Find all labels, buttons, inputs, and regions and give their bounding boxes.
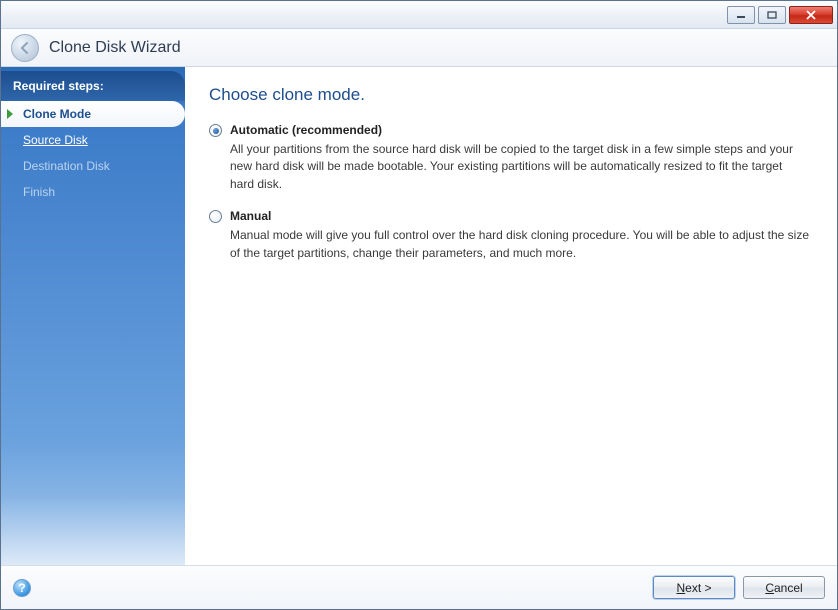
minimize-icon: [736, 11, 746, 19]
next-button[interactable]: Next >: [653, 576, 735, 599]
header-bar: Clone Disk Wizard: [1, 29, 837, 67]
option-automatic-desc: All your partitions from the source hard…: [230, 141, 809, 193]
next-mnemonic: N: [676, 581, 685, 595]
step-source-disk[interactable]: Source Disk: [1, 127, 185, 153]
option-automatic[interactable]: Automatic (recommended): [209, 123, 809, 137]
option-automatic-label: Automatic (recommended): [230, 123, 382, 137]
radio-manual[interactable]: [209, 210, 222, 223]
main-panel: Choose clone mode. Automatic (recommende…: [185, 67, 837, 565]
step-destination-disk: Destination Disk: [1, 153, 185, 179]
cancel-rest: ancel: [774, 581, 803, 595]
option-manual-desc: Manual mode will give you full control o…: [230, 227, 809, 262]
wizard-window: Clone Disk Wizard Required steps: Clone …: [0, 0, 838, 610]
option-manual-label: Manual: [230, 209, 271, 223]
step-label: Destination Disk: [23, 159, 110, 173]
help-button[interactable]: ?: [13, 579, 31, 597]
sidebar-spacer: [1, 205, 185, 495]
close-button[interactable]: [789, 6, 833, 24]
back-button[interactable]: [11, 34, 39, 62]
option-manual[interactable]: Manual: [209, 209, 809, 223]
footer-bar: ? Next > Cancel: [1, 565, 837, 609]
sidebar-header: Required steps:: [1, 71, 185, 101]
step-label: Source Disk: [23, 133, 88, 147]
sidebar-footer-gradient: [1, 495, 185, 565]
sidebar: Required steps: Clone Mode Source Disk D…: [1, 67, 185, 565]
maximize-icon: [767, 11, 777, 19]
maximize-button[interactable]: [758, 6, 786, 24]
wizard-title: Clone Disk Wizard: [49, 39, 181, 57]
page-heading: Choose clone mode.: [209, 85, 809, 105]
body: Required steps: Clone Mode Source Disk D…: [1, 67, 837, 565]
radio-automatic[interactable]: [209, 124, 222, 137]
step-finish: Finish: [1, 179, 185, 205]
close-icon: [805, 10, 817, 20]
minimize-button[interactable]: [727, 6, 755, 24]
back-arrow-icon: [18, 41, 32, 55]
step-label: Finish: [23, 185, 55, 199]
step-clone-mode[interactable]: Clone Mode: [1, 101, 185, 127]
step-label: Clone Mode: [23, 107, 91, 121]
cancel-button[interactable]: Cancel: [743, 576, 825, 599]
cancel-mnemonic: C: [765, 581, 774, 595]
help-icon: ?: [18, 581, 25, 595]
titlebar: [1, 1, 837, 29]
next-rest: ext >: [685, 581, 711, 595]
